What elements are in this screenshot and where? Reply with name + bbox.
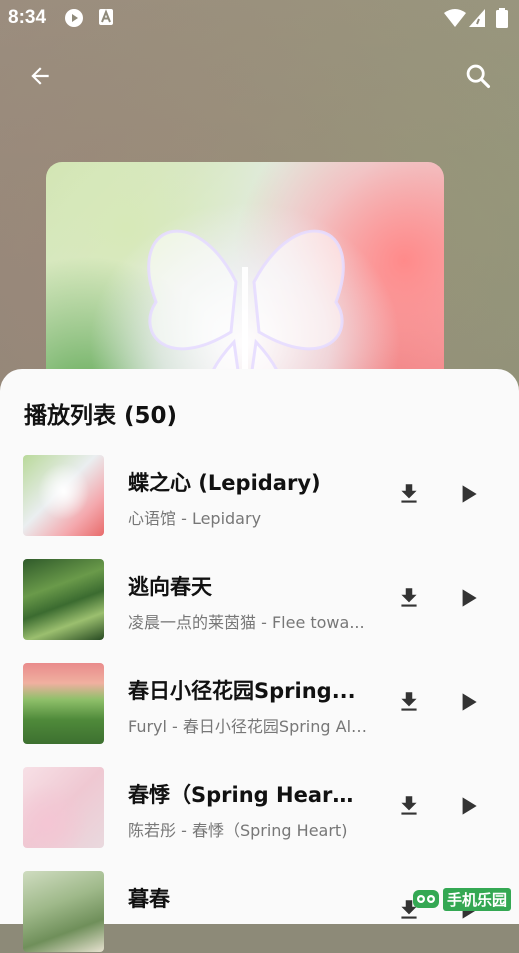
watermark-text: 手机乐园 xyxy=(443,887,512,911)
track-thumbnail xyxy=(23,455,104,536)
track-title: 春日小径花园Spring... xyxy=(128,679,356,703)
track-row[interactable]: 逃向春天 凌晨一点的莱茵猫 - Flee towa... xyxy=(0,545,519,641)
play-icon[interactable] xyxy=(455,793,481,819)
battery-icon xyxy=(496,8,508,28)
track-thumbnail xyxy=(23,559,104,640)
track-row[interactable]: 春日小径花园Spring... Furyl - 春日小径花园Spring All… xyxy=(0,649,519,745)
playlist-title: 播放列表 (50) xyxy=(24,403,178,429)
wifi-icon xyxy=(444,9,466,27)
track-row[interactable]: 蝶之心 (Lepidary) 心语馆 - Lepidary xyxy=(0,441,519,537)
media-play-status-icon xyxy=(65,9,83,27)
download-icon[interactable] xyxy=(396,481,422,507)
track-subtitle: 凌晨一点的莱茵猫 - Flee towa... xyxy=(128,613,365,632)
track-title: 蝶之心 (Lepidary) xyxy=(128,471,321,495)
track-subtitle: 陈若彤 - 春悸（Spring Heart) xyxy=(128,821,348,840)
track-row[interactable]: 春悸（Spring Heart） 陈若彤 - 春悸（Spring Heart) xyxy=(0,753,519,849)
download-icon[interactable] xyxy=(396,689,422,715)
track-thumbnail xyxy=(23,663,104,744)
track-subtitle: Furyl - 春日小径花园Spring All... xyxy=(128,717,368,736)
track-title: 春悸（Spring Heart） xyxy=(128,783,358,807)
site-watermark: 手机乐园 xyxy=(412,884,512,914)
play-icon[interactable] xyxy=(455,585,481,611)
cell-signal-icon xyxy=(469,9,485,27)
track-thumbnail xyxy=(23,767,104,848)
watermark-logo-icon xyxy=(413,890,439,908)
back-button[interactable] xyxy=(20,56,60,96)
notification-a-icon xyxy=(99,9,113,25)
search-button[interactable] xyxy=(458,56,498,96)
play-icon[interactable] xyxy=(455,689,481,715)
track-title: 逃向春天 xyxy=(128,575,212,599)
download-icon[interactable] xyxy=(396,585,422,611)
search-icon xyxy=(466,64,491,89)
track-thumbnail xyxy=(23,871,104,952)
status-time: 8:34 xyxy=(8,7,47,28)
track-title: 暮春 xyxy=(128,887,170,911)
download-icon[interactable] xyxy=(396,793,422,819)
play-icon[interactable] xyxy=(455,481,481,507)
track-subtitle: 心语馆 - Lepidary xyxy=(128,509,262,528)
status-bar: 8:34 xyxy=(0,0,519,36)
arrow-left-icon xyxy=(31,67,49,85)
playlist-sheet: 播放列表 (50) 蝶之心 (Lepidary) 心语馆 - Lepidary … xyxy=(0,369,519,952)
